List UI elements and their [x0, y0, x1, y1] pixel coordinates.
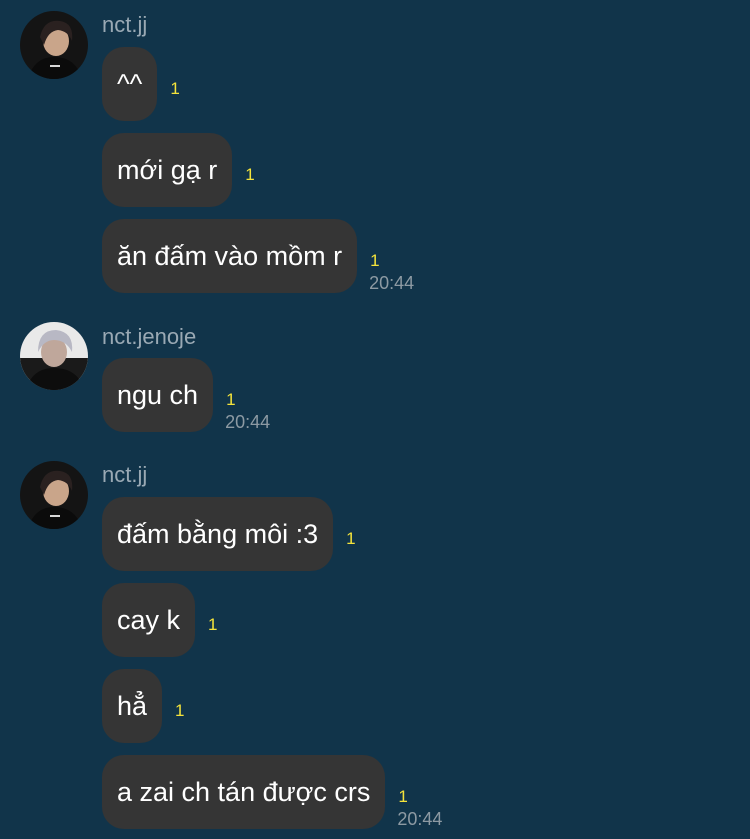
read-count: 1 — [370, 251, 380, 270]
message-bubble[interactable]: ngu ch — [102, 358, 214, 432]
message-row: ^^ 1 — [102, 47, 180, 121]
message-timestamp: 20:44 — [369, 273, 415, 293]
profile-photo-icon — [20, 11, 88, 79]
message-timestamp: 20:44 — [225, 412, 271, 432]
read-count: 1 — [208, 615, 218, 634]
sender-avatar-nct-jj[interactable] — [20, 11, 88, 79]
sender-name: nct.jj — [102, 12, 148, 37]
message-bubble[interactable]: a zai ch tán được crs — [102, 755, 386, 829]
profile-photo-icon — [20, 322, 88, 390]
message-row: mới gạ r 1 — [102, 133, 255, 207]
message-row: ăn đấm vào mồm r 1 20:44 — [102, 219, 414, 293]
sender-name: nct.jj — [102, 462, 148, 487]
message-bubble[interactable]: ^^ — [102, 47, 158, 121]
chat-message-list[interactable]: nct.jj ^^ 1 mới gạ r 1 ăn đấm vào mồm r … — [0, 0, 750, 839]
sender-avatar-nct-jenoje[interactable] — [20, 322, 88, 390]
read-count: 1 — [226, 390, 236, 409]
sender-avatar-nct-jj[interactable] — [20, 461, 88, 529]
message-timestamp: 20:44 — [397, 809, 443, 829]
message-row: a zai ch tán được crs 1 20:44 — [102, 755, 442, 829]
message-row: đấm bằng môi :3 1 — [102, 497, 356, 571]
read-count: 1 — [170, 79, 180, 98]
message-bubble[interactable]: ăn đấm vào mồm r — [102, 219, 358, 293]
read-count: 1 — [175, 701, 185, 720]
profile-photo-icon — [20, 461, 88, 529]
message-row: cay k 1 — [102, 583, 218, 657]
message-row: hẳ 1 — [102, 669, 185, 743]
sender-name: nct.jenoje — [102, 324, 197, 349]
read-count: 1 — [245, 165, 255, 184]
message-bubble[interactable]: đấm bằng môi :3 — [102, 497, 334, 571]
message-bubble[interactable]: hẳ — [102, 669, 163, 743]
message-bubble[interactable]: mới gạ r — [102, 133, 233, 207]
read-count: 1 — [398, 787, 408, 806]
message-row: ngu ch 1 20:44 — [102, 358, 270, 432]
message-bubble[interactable]: cay k — [102, 583, 196, 657]
read-count: 1 — [346, 529, 356, 548]
